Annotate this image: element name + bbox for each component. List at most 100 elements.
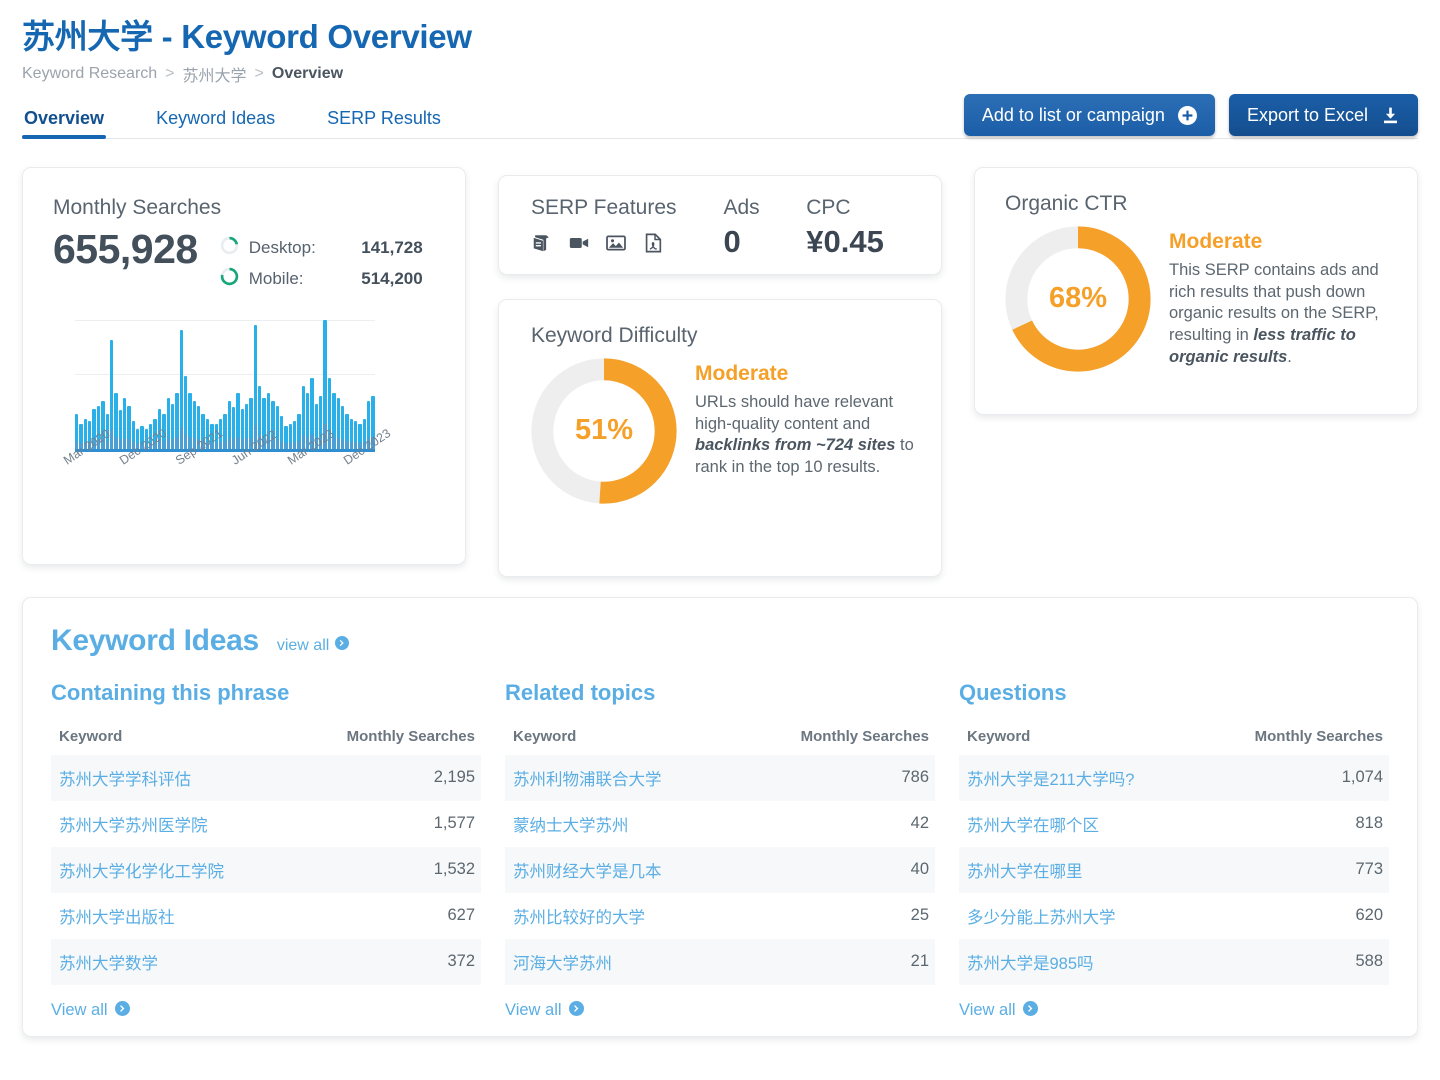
arrow-right-circle-icon [1022, 1000, 1038, 1021]
keyword-cell[interactable]: 苏州大学是211大学吗? [959, 755, 1174, 801]
video-camera-icon[interactable] [568, 232, 590, 254]
table-row[interactable]: 苏州大学在哪里 773 [959, 846, 1389, 893]
table-row[interactable]: 苏州大学化学化工学院 1,532 [51, 846, 481, 893]
column-header-keyword[interactable]: Keyword [505, 728, 720, 755]
table-row[interactable]: 多少分能上苏州大学 620 [959, 893, 1389, 939]
chart-bar [275, 406, 279, 452]
monthly-searches-cell: 1,074 [1341, 768, 1383, 787]
column-header-monthly-searches[interactable]: Monthly Searches [720, 728, 935, 755]
keyword-cell[interactable]: 苏州大学苏州医学院 [51, 801, 266, 847]
keyword-difficulty-percent: 51% [574, 414, 634, 447]
monthly-searches-title: Monthly Searches [53, 195, 222, 219]
ctr-desc-part2: . [1287, 348, 1292, 366]
keyword-difficulty-title: Keyword Difficulty [531, 323, 698, 347]
mobile-label: Mobile: [248, 268, 304, 288]
keyword-cell[interactable]: 苏州大学在哪个区 [959, 801, 1174, 847]
keyword-cell[interactable]: 苏州大学化学化工学院 [51, 847, 266, 893]
table-row[interactable]: 苏州大学学科评估 2,195 [51, 754, 481, 801]
organic-ctr-card: Organic CTR 68% Moderate This SERP conta… [974, 166, 1418, 415]
keyword-ideas-columns: Containing this phrase Keyword Monthly Sea… [51, 680, 1389, 1021]
desktop-value: 141,728 [361, 237, 423, 257]
monthly-searches-cell: 818 [1355, 814, 1383, 833]
view-all-top-label: view all [276, 636, 330, 654]
organic-ctr-percent: 68% [1048, 282, 1108, 315]
ads-block: Ads 0 [723, 196, 806, 260]
column-view-all-link[interactable]: View all [505, 1000, 584, 1021]
table-row[interactable]: 苏州比较好的大学 25 [505, 893, 935, 939]
table-row[interactable]: 苏州大学出版社 627 [51, 893, 481, 939]
table-row[interactable]: 蒙纳士大学苏州 42 [505, 801, 935, 847]
monthly-searches-cell: 620 [1355, 906, 1383, 925]
keyword-difficulty-donut: 51% [531, 358, 677, 504]
table-row[interactable]: 河海大学苏州 21 [505, 938, 935, 985]
keyword-cell[interactable]: 蒙纳士大学苏州 [505, 801, 720, 847]
tab-serp-results[interactable]: SERP Results [325, 108, 443, 138]
keyword-ideas-column: Containing this phrase Keyword Monthly Sea… [51, 680, 481, 1021]
chart-bar [227, 401, 231, 452]
breadcrumb-root[interactable]: Keyword Research [22, 65, 157, 83]
column-view-all-label: View all [51, 1001, 108, 1020]
chart-bar [122, 398, 127, 452]
table-row[interactable]: 苏州财经大学是几本 40 [505, 846, 935, 893]
keyword-ideas-column: Related topics Keyword Monthly Searches 苏州利… [505, 680, 935, 1021]
kd-desc-emphasis: backlinks from ~724 sites [695, 436, 896, 455]
keyword-ideas-column-title: Containing this phrase [51, 679, 290, 705]
keyword-cell[interactable]: 多少分能上苏州大学 [959, 893, 1174, 939]
keyword-cell[interactable]: 苏州大学学科评估 [51, 755, 266, 801]
page-title: 苏州大学 - Keyword Overview [22, 18, 472, 55]
serp-features-title: SERP Features [531, 195, 677, 219]
serp-features-card: SERP Features Ads 0 CPC ¥0.45 [498, 174, 942, 275]
column-header-monthly-searches[interactable]: Monthly Searches [1174, 728, 1389, 755]
keyword-cell[interactable]: 苏州财经大学是几本 [505, 847, 720, 893]
chart-bar [114, 393, 118, 452]
column-header-monthly-searches[interactable]: Monthly Searches [266, 728, 481, 755]
keyword-difficulty-grade: Moderate [695, 361, 789, 385]
breadcrumb-keyword[interactable]: 苏州大学 [183, 62, 247, 86]
monthly-searches-legend: Desktop: 141,728 Mobile: 514,200 [220, 236, 423, 298]
chart-bar [175, 393, 179, 452]
keyword-cell[interactable]: 苏州比较好的大学 [505, 893, 720, 939]
organic-ctr-grade: Moderate [1169, 229, 1263, 253]
arrow-right-circle-icon [568, 1000, 584, 1021]
table-row[interactable]: 苏州利物浦联合大学 786 [505, 754, 935, 801]
column-header-keyword[interactable]: Keyword [959, 728, 1174, 755]
keyword-cell[interactable]: 苏州大学出版社 [51, 893, 266, 939]
keyword-cell[interactable]: 苏州大学在哪里 [959, 847, 1174, 893]
organic-ctr-title: Organic CTR [1005, 191, 1128, 215]
breadcrumb-separator-2: > [254, 64, 264, 82]
table-header-row: Keyword Monthly Searches [51, 728, 481, 755]
pdf-file-icon[interactable] [642, 232, 664, 254]
kd-desc-part1: URLs should have relevant high-quality c… [695, 392, 894, 433]
monthly-searches-cell: 372 [447, 952, 475, 971]
breadcrumb-separator-1: > [165, 64, 175, 82]
export-to-excel-button[interactable]: Export to Excel [1228, 94, 1418, 136]
tab-overview[interactable]: Overview [22, 108, 107, 139]
keyword-cell[interactable]: 河海大学苏州 [505, 939, 720, 985]
column-header-keyword[interactable]: Keyword [51, 728, 266, 755]
column-view-all-link[interactable]: View all [51, 1000, 130, 1021]
keyword-ideas-column-title: Questions [959, 679, 1067, 705]
monthly-searches-cell: 773 [1355, 860, 1383, 879]
chart-bar [223, 413, 227, 452]
reviews-book-icon[interactable] [531, 232, 553, 254]
keyword-cell[interactable]: 苏州利物浦联合大学 [505, 755, 720, 801]
table-row[interactable]: 苏州大学数学 372 [51, 938, 481, 985]
table-row[interactable]: 苏州大学苏州医学院 1,577 [51, 801, 481, 847]
chart-bar [336, 398, 340, 452]
chart-bar [332, 393, 336, 452]
table-row[interactable]: 苏州大学是211大学吗? 1,074 [959, 754, 1389, 801]
table-row[interactable]: 苏州大学是985吗 588 [959, 938, 1389, 985]
column-view-all-label: View all [959, 1001, 1016, 1020]
monthly-searches-cell: 1,532 [433, 860, 475, 879]
keyword-cell[interactable]: 苏州大学数学 [51, 939, 266, 985]
image-icon[interactable] [605, 232, 627, 254]
column-view-all-link[interactable]: View all [959, 1000, 1038, 1021]
keyword-ideas-header: Keyword Ideas view all [51, 624, 1389, 658]
keyword-cell[interactable]: 苏州大学是985吗 [959, 939, 1174, 985]
tab-keyword-ideas[interactable]: Keyword Ideas [154, 108, 277, 138]
keyword-ideas-view-all-link[interactable]: view all [276, 636, 350, 655]
add-to-list-button[interactable]: Add to list or campaign [963, 94, 1215, 136]
download-icon [1381, 106, 1400, 125]
table-row[interactable]: 苏州大学在哪个区 818 [959, 801, 1389, 847]
monthly-searches-cell: 40 [910, 860, 929, 879]
